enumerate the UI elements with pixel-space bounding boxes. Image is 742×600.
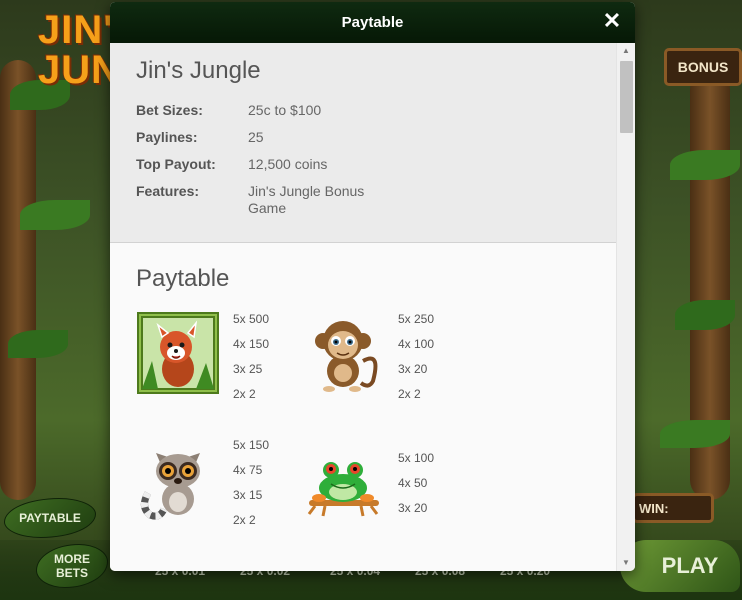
play-button[interactable]: PLAY (620, 540, 740, 592)
scroll-down-arrow-icon[interactable]: ▼ (617, 555, 635, 571)
paytable-modal: Paytable ✕ Jin's Jungle Bet Sizes: 25c t… (110, 2, 635, 571)
close-icon[interactable]: ✕ (601, 10, 623, 32)
paytable-title: Paytable (136, 265, 230, 292)
info-value: Jin's Jungle Bonus Game (248, 183, 365, 216)
payout-value: 4x 100 (398, 337, 435, 351)
symbol-payouts: 5x 500 4x 150 3x 25 2x 2 (233, 311, 269, 411)
modal-header: Paytable ✕ (110, 2, 635, 43)
info-label: Bet Sizes: (136, 102, 203, 118)
payout-value: 5x 150 (233, 438, 270, 452)
red-panda-icon (137, 312, 219, 394)
symbol-frog: 5x 100 4x 50 3x 20 (301, 450, 466, 550)
game-info-section: Jin's Jungle Bet Sizes: 25c to $100 Payl… (110, 43, 617, 243)
leaf (660, 420, 730, 448)
modal-title: Paytable (341, 14, 404, 31)
payout-value: 5x 100 (398, 451, 435, 465)
leaf (20, 200, 90, 230)
payout-value: 2x 2 (233, 513, 256, 527)
info-row-bet-sizes: Bet Sizes: 25c to $100 (136, 102, 617, 119)
leaf (8, 330, 68, 358)
symbol-payouts: 5x 250 4x 100 3x 20 2x 2 (398, 311, 434, 411)
paytable-section: Paytable 5x 500 4x 150 3x 25 2x 2 5x 250… (110, 243, 617, 571)
payout-value: 4x 150 (233, 337, 270, 351)
scroll-thumb[interactable] (620, 61, 633, 133)
paytable-button[interactable]: PAYTABLE (4, 498, 96, 538)
leaf (670, 150, 740, 180)
payout-value: 5x 250 (398, 312, 435, 326)
payout-value: 4x 50 (398, 476, 428, 490)
modal-scrollbar[interactable]: ▲ ▼ (616, 43, 635, 571)
modal-body: Jin's Jungle Bet Sizes: 25c to $100 Payl… (110, 43, 617, 571)
leaf (675, 300, 735, 330)
info-row-features: Features: Jin's Jungle Bonus Game (136, 183, 617, 217)
payout-value: 2x 2 (233, 387, 256, 401)
symbol-lemur: 5x 150 4x 75 3x 15 2x 2 (136, 437, 301, 537)
symbol-payouts: 5x 150 4x 75 3x 15 2x 2 (233, 437, 269, 537)
payout-value: 2x 2 (398, 387, 421, 401)
win-sign: WIN: (632, 493, 714, 523)
tree-trunk (0, 60, 36, 500)
bonus-sign: BONUS (664, 48, 742, 86)
symbol-payouts: 5x 100 4x 50 3x 20 (398, 450, 434, 525)
info-label: Paylines: (136, 129, 198, 145)
info-label: Top Payout: (136, 156, 216, 172)
scroll-up-arrow-icon[interactable]: ▲ (617, 43, 635, 59)
payout-value: 4x 75 (233, 463, 263, 477)
info-label: Features: (136, 183, 200, 199)
frog-icon (307, 462, 379, 517)
symbol-red-panda: 5x 500 4x 150 3x 25 2x 2 (136, 311, 301, 411)
info-value: 12,500 coins (248, 156, 328, 172)
monkey-icon (315, 321, 378, 392)
payout-value: 3x 20 (398, 501, 428, 515)
payout-value: 3x 15 (233, 488, 263, 502)
payout-value: 5x 500 (233, 312, 270, 326)
game-title: Jin's Jungle (136, 57, 261, 84)
info-value: 25c to $100 (248, 102, 322, 118)
info-row-top-payout: Top Payout: 12,500 coins (136, 156, 617, 173)
info-row-paylines: Paylines: 25 (136, 129, 617, 146)
info-value: 25 (248, 129, 264, 145)
lemur-icon (141, 453, 200, 520)
payout-value: 3x 20 (398, 362, 428, 376)
symbol-monkey: 5x 250 4x 100 3x 20 2x 2 (301, 311, 466, 411)
payout-value: 3x 25 (233, 362, 263, 376)
